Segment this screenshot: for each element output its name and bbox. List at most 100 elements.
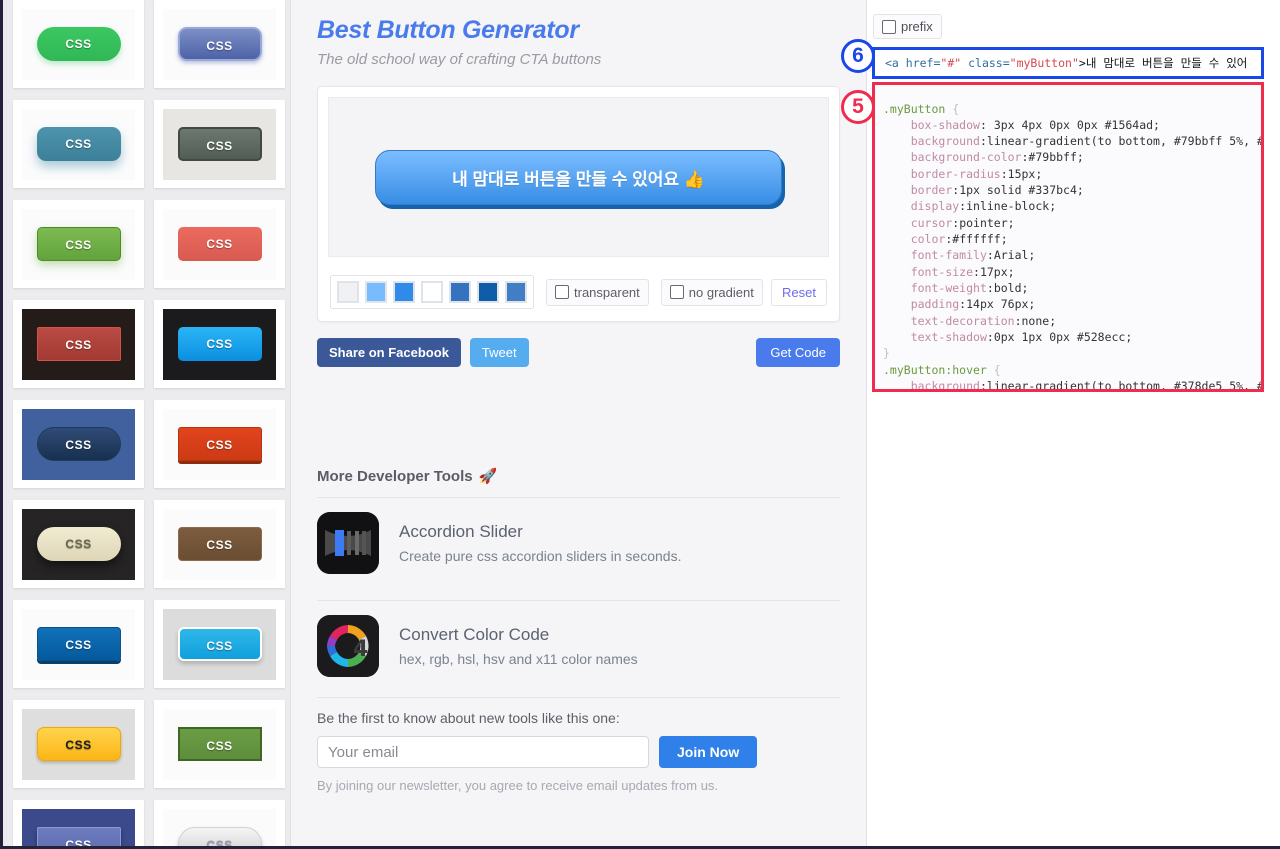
tool-text-block: Accordion Slider Create pure css accordi… — [399, 519, 681, 567]
gallery-item[interactable]: CSS — [13, 200, 144, 288]
gallery-item[interactable]: CSS — [13, 600, 144, 688]
swatch-steel-blue[interactable] — [449, 281, 471, 303]
code-token-text: >내 맘대로 버튼을 만들 수 있어 — [1078, 56, 1248, 70]
gallery-item[interactable]: CSS — [154, 100, 285, 188]
gallery-demo-button[interactable]: CSS — [177, 827, 262, 846]
transparent-toggle[interactable]: transparent — [546, 278, 649, 306]
svg-text:4: 4 — [353, 637, 368, 662]
tool-description: hex, rgb, hsl, hsv and x11 color names — [399, 650, 638, 667]
checkbox-icon[interactable] — [669, 285, 684, 299]
gallery-item-stage: CSS — [22, 508, 135, 580]
swatch-blue[interactable] — [393, 281, 415, 303]
gallery-item[interactable]: CSS — [154, 400, 285, 488]
gallery-grid: CSS CSS CSS CSS CSS CSS CSS CSS CSS CSS CSS CSS CSS C… — [3, 0, 290, 846]
gallery-demo-button[interactable]: CSS — [177, 27, 262, 61]
newsletter-label: Be the first to know about new tools lik… — [317, 710, 620, 726]
gallery-item-stage: CSS — [22, 308, 135, 380]
newsletter-fine-print: By joining our newsletter, you agree to … — [317, 778, 719, 793]
gallery-demo-button[interactable]: CSS — [36, 127, 121, 161]
prefix-toggle[interactable]: prefix — [873, 14, 942, 39]
gallery-demo-button[interactable]: CSS — [36, 27, 121, 61]
gallery-item[interactable]: CSS — [13, 0, 144, 88]
share-on-facebook-button[interactable]: Share on Facebook — [317, 338, 461, 367]
gallery-item[interactable]: CSS — [13, 800, 144, 846]
gallery-item[interactable]: CSS — [13, 400, 144, 488]
no-gradient-label: no gradient — [688, 284, 754, 300]
swatch-medium-blue[interactable] — [505, 281, 527, 303]
button-preview-area: 내 맘대로 버튼을 만들 수 있어요 👍 — [328, 97, 829, 257]
color-swatch-picker[interactable] — [330, 275, 534, 309]
gallery-item[interactable]: CSS — [154, 600, 285, 688]
gallery-item-stage: CSS — [163, 808, 276, 846]
tweet-button[interactable]: Tweet — [469, 338, 529, 367]
swatch-light-blue[interactable] — [365, 281, 387, 303]
code-token-attr: class= — [961, 56, 1010, 70]
css-code-output[interactable]: .myButton { box-shadow: 3px 4px 0px 0px … — [872, 82, 1264, 392]
rocket-icon: 🚀 — [478, 468, 498, 485]
gallery-item[interactable]: CSS — [13, 500, 144, 588]
gallery-item[interactable]: CSS — [154, 700, 285, 788]
gallery-item-stage: CSS — [163, 208, 276, 280]
gallery-demo-button[interactable]: CSS — [177, 427, 262, 461]
page-subtitle: The old school way of crafting CTA butto… — [317, 51, 602, 68]
gallery-item-stage: CSS — [163, 508, 276, 580]
gallery-demo-button[interactable]: CSS — [36, 727, 121, 761]
gallery-item-stage: CSS — [163, 608, 276, 680]
gallery-item[interactable]: CSS — [154, 800, 285, 846]
gallery-item[interactable]: CSS — [154, 300, 285, 388]
annotation-5: 5 — [841, 90, 875, 124]
gallery-demo-button[interactable]: CSS — [36, 427, 121, 461]
tools-heading: More Developer Tools 🚀 — [317, 467, 840, 486]
generator-column: Best Button Generator The old school way… — [290, 0, 867, 846]
swatch-white[interactable] — [421, 281, 443, 303]
gallery-demo-button[interactable]: CSS — [36, 627, 121, 661]
generator-card: 내 맘대로 버튼을 만들 수 있어요 👍 transparent no grad… — [317, 86, 840, 322]
html-code-text: <a href="#" class="myButton">내 맘대로 버튼을 만… — [875, 55, 1247, 71]
gallery-item-stage: CSS — [163, 8, 276, 80]
app-root: CSS CSS CSS CSS CSS CSS CSS CSS CSS CSS CSS CSS CSS C… — [3, 0, 1280, 846]
tool-item-accordion-slider[interactable]: Accordion Slider Create pure css accordi… — [317, 497, 840, 588]
gallery-demo-button[interactable]: CSS — [177, 327, 262, 361]
gallery-demo-button[interactable]: CSS — [177, 527, 262, 561]
prefix-label: prefix — [901, 19, 933, 34]
more-developer-tools-section: More Developer Tools 🚀 Accordion Slider — [317, 467, 840, 691]
gallery-item-stage: CSS — [22, 8, 135, 80]
gallery-item[interactable]: CSS — [154, 0, 285, 88]
gallery-item[interactable]: CSS — [154, 200, 285, 288]
gallery-item[interactable]: CSS — [13, 100, 144, 188]
code-output-panel: prefix <a href="#" class="myButton">내 맘대… — [867, 0, 1280, 846]
gallery-item-stage: CSS — [163, 108, 276, 180]
checkbox-icon[interactable] — [882, 19, 896, 34]
gallery-demo-button[interactable]: CSS — [36, 827, 121, 846]
css-code-text: .myButton { box-shadow: 3px 4px 0px 0px … — [883, 101, 1264, 392]
swatch-light-gray[interactable] — [337, 281, 359, 303]
transparent-label: transparent — [574, 284, 640, 300]
gallery-demo-button[interactable]: CSS — [177, 127, 262, 161]
gallery-demo-button[interactable]: CSS — [36, 327, 121, 361]
tool-item-convert-color-code[interactable]: 4 Convert Color Code hex, rgb, hsl, hsv … — [317, 600, 840, 691]
join-now-button[interactable]: Join Now — [659, 736, 758, 768]
gallery-item[interactable]: CSS — [13, 300, 144, 388]
css-button-gallery-sidebar[interactable]: CSS CSS CSS CSS CSS CSS CSS CSS CSS CSS CSS CSS CSS C… — [3, 0, 290, 846]
gallery-item-stage: CSS — [163, 708, 276, 780]
gallery-item[interactable]: CSS — [154, 500, 285, 588]
tool-text-block: Convert Color Code hex, rgb, hsl, hsv an… — [399, 622, 638, 670]
gallery-demo-button[interactable]: CSS — [36, 227, 121, 261]
no-gradient-toggle[interactable]: no gradient — [660, 278, 763, 306]
gallery-demo-button[interactable]: CSS — [177, 227, 262, 261]
gallery-item-stage: CSS — [22, 808, 135, 846]
preview-button[interactable]: 내 맘대로 버튼을 만들 수 있어요 👍 — [375, 149, 782, 205]
gallery-demo-button[interactable]: CSS — [36, 527, 121, 561]
gallery-item-stage: CSS — [22, 208, 135, 280]
gallery-demo-button[interactable]: CSS — [177, 627, 262, 661]
get-code-button[interactable]: Get Code — [756, 338, 840, 367]
email-field[interactable] — [317, 736, 649, 768]
checkbox-icon[interactable] — [555, 285, 569, 299]
gallery-demo-button[interactable]: CSS — [177, 727, 262, 761]
page-title: Best Button Generator — [317, 16, 579, 44]
html-code-output[interactable]: <a href="#" class="myButton">내 맘대로 버튼을 만… — [872, 47, 1264, 79]
newsletter-section: Be the first to know about new tools lik… — [317, 697, 840, 793]
gallery-item[interactable]: CSS — [13, 700, 144, 788]
swatch-dark-blue[interactable] — [477, 281, 499, 303]
reset-button[interactable]: Reset — [771, 278, 827, 306]
